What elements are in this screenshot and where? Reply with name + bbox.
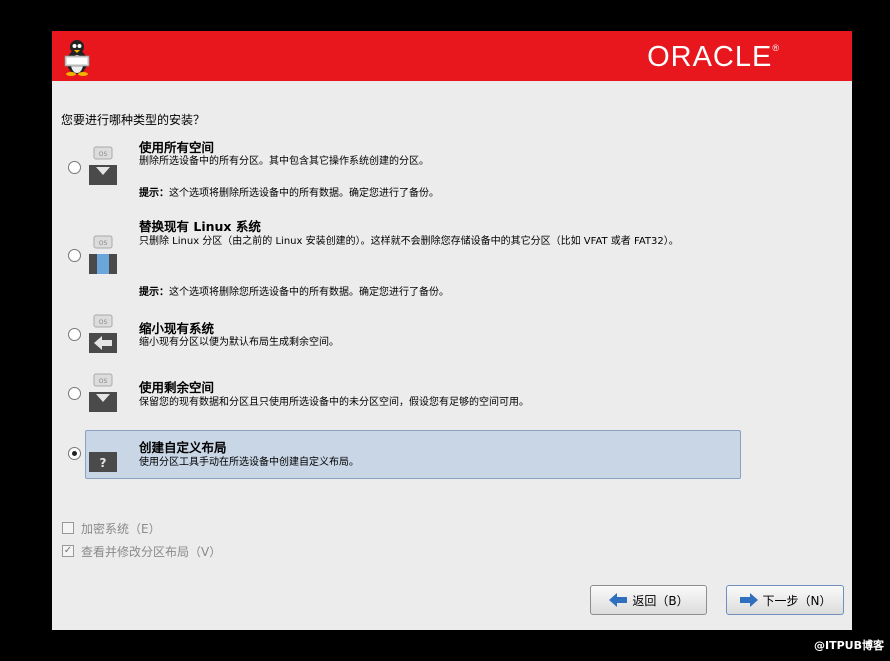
svg-text:OS: OS <box>99 319 108 326</box>
radio-use-all-space[interactable] <box>68 161 81 174</box>
oracle-logo: ORACLE® <box>647 41 780 73</box>
option-description: 只删除 Linux 分区（由之前的 Linux 安装创建的）。这样就不会删除您存… <box>139 236 679 247</box>
tux-logo-icon <box>64 40 90 76</box>
radio-shrink-current[interactable] <box>68 328 81 341</box>
disk-erase-icon: OS <box>89 146 117 185</box>
svg-text:?: ? <box>100 456 107 470</box>
arrow-left-icon <box>609 593 628 607</box>
option-title: 替换现有 Linux 系统 <box>139 219 261 234</box>
radio-replace-linux[interactable] <box>68 249 81 262</box>
radio-custom-layout[interactable] <box>68 447 81 460</box>
back-button-label: 返回（B） <box>632 593 689 608</box>
radio-use-free-space[interactable] <box>68 387 81 400</box>
disk-shrink-icon: OS <box>89 314 117 353</box>
arrow-right-icon <box>739 593 758 607</box>
install-type-question: 您要进行哪种类型的安装？ <box>61 113 206 127</box>
option-description: 缩小现有分区以便为默认布局生成剩余空间。 <box>139 337 339 348</box>
installer-window: ORACLE® 您要进行哪种类型的安装？ OS 使用所有空间 删除所选设备中的所… <box>52 31 852 630</box>
svg-text:OS: OS <box>99 151 108 158</box>
option-description: 保留您的现有数据和分区且只使用所选设备中的未分区空间，假设您有足够的空间可用。 <box>139 397 529 408</box>
review-layout-label: 查看并修改分区布局（V） <box>81 545 222 559</box>
next-button-label: 下一步（N） <box>762 593 832 608</box>
encrypt-system-checkbox[interactable] <box>62 522 74 534</box>
disk-replace-icon: OS <box>89 235 117 274</box>
option-title: 使用剩余空间 <box>139 380 215 395</box>
watermark: @ITPUB博客 <box>814 639 884 652</box>
option-title: 创建自定义布局 <box>139 440 227 455</box>
svg-text:OS: OS <box>99 240 108 247</box>
next-button[interactable]: 下一步（N） <box>726 585 844 615</box>
option-hint: 提示：这个选项将删除所选设备中的所有数据。确定您进行了备份。 <box>139 188 439 199</box>
encrypt-system-label: 加密系统（E） <box>81 522 161 536</box>
svg-text:OS: OS <box>99 378 108 385</box>
header-banner: ORACLE® <box>52 31 852 81</box>
back-button[interactable]: 返回（B） <box>590 585 707 615</box>
option-description: 使用分区工具手动在所选设备中创建自定义布局。 <box>139 457 359 468</box>
disk-free-space-icon: OS <box>89 373 117 412</box>
disk-custom-icon: ? <box>89 452 117 472</box>
option-hint: 提示：这个选项将删除您所选设备中的所有数据。确定您进行了备份。 <box>139 287 449 298</box>
option-description: 删除所选设备中的所有分区。其中包含其它操作系统创建的分区。 <box>139 156 429 167</box>
review-layout-checkbox[interactable]: ✓ <box>62 545 74 557</box>
